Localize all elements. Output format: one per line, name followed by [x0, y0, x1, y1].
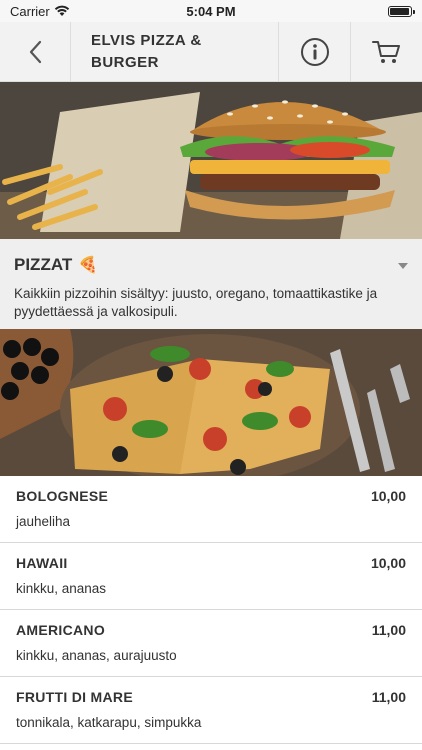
item-description: kinkku, ananas: [16, 581, 107, 596]
menu-list: BOLOGNESE 10,00 jauheliha HAWAII 10,00 k…: [0, 476, 422, 744]
cart-button[interactable]: [351, 22, 422, 82]
wifi-icon: [54, 5, 69, 16]
battery-icon: [388, 5, 415, 17]
info-button[interactable]: [279, 22, 351, 82]
menu-item-frutti-di-mare[interactable]: FRUTTI DI MARE 11,00 tonnikala, katkarap…: [0, 677, 422, 744]
category-description: Kaikkiin pizzoihin sisältyy: juusto, ore…: [14, 286, 378, 319]
item-name: HAWAII: [16, 555, 68, 571]
category-title: PIZZAT: [14, 255, 73, 274]
item-name: BOLOGNESE: [16, 488, 109, 504]
item-price: 10,00: [370, 555, 406, 571]
menu-item-hawaii[interactable]: HAWAII 10,00 kinkku, ananas: [0, 543, 422, 610]
item-name: FRUTTI DI MARE: [16, 689, 133, 705]
title-line-2: BURGER: [91, 54, 160, 71]
cart-icon: [371, 41, 400, 63]
menu-item-bolognese[interactable]: BOLOGNESE 10,00 jauheliha: [0, 476, 422, 543]
nav-bar: ELVIS PIZZA & BURGER: [0, 22, 422, 82]
back-button[interactable]: [0, 22, 71, 82]
item-description: tonnikala, katkarapu, simpukka: [16, 715, 202, 730]
chevron-left-icon: [29, 40, 42, 64]
category-header[interactable]: PIZZAT 🍕 Kaikkiin pizzoihin sisältyy: ju…: [0, 239, 422, 329]
hero-burger-image: [0, 82, 422, 239]
menu-item-americano[interactable]: AMERICANO 11,00 kinkku, ananas, aurajuus…: [0, 610, 422, 677]
status-time: 5:04 PM: [186, 3, 236, 19]
status-left: Carrier: [10, 4, 70, 19]
item-price: 11,00: [371, 689, 406, 705]
item-description: jauheliha: [16, 514, 71, 529]
pizza-icon: 🍕: [78, 257, 99, 274]
pizza-image: [0, 329, 422, 476]
item-price: 10,00: [370, 488, 406, 504]
info-icon: [300, 38, 329, 66]
carrier-label: Carrier: [10, 3, 50, 19]
status-bar: Carrier 5:04 PM: [0, 0, 422, 22]
title-line-1: ELVIS PIZZA &: [91, 32, 202, 49]
category-title-row: PIZZAT 🍕: [14, 255, 408, 275]
item-name: AMERICANO: [16, 622, 106, 638]
burger-illustration: [0, 82, 422, 239]
item-price: 11,00: [371, 622, 406, 638]
pizza-illustration: [0, 329, 422, 476]
item-description: kinkku, ananas, aurajuusto: [16, 648, 177, 663]
caret-down-icon: [398, 263, 408, 269]
page-title: ELVIS PIZZA & BURGER: [71, 22, 279, 82]
